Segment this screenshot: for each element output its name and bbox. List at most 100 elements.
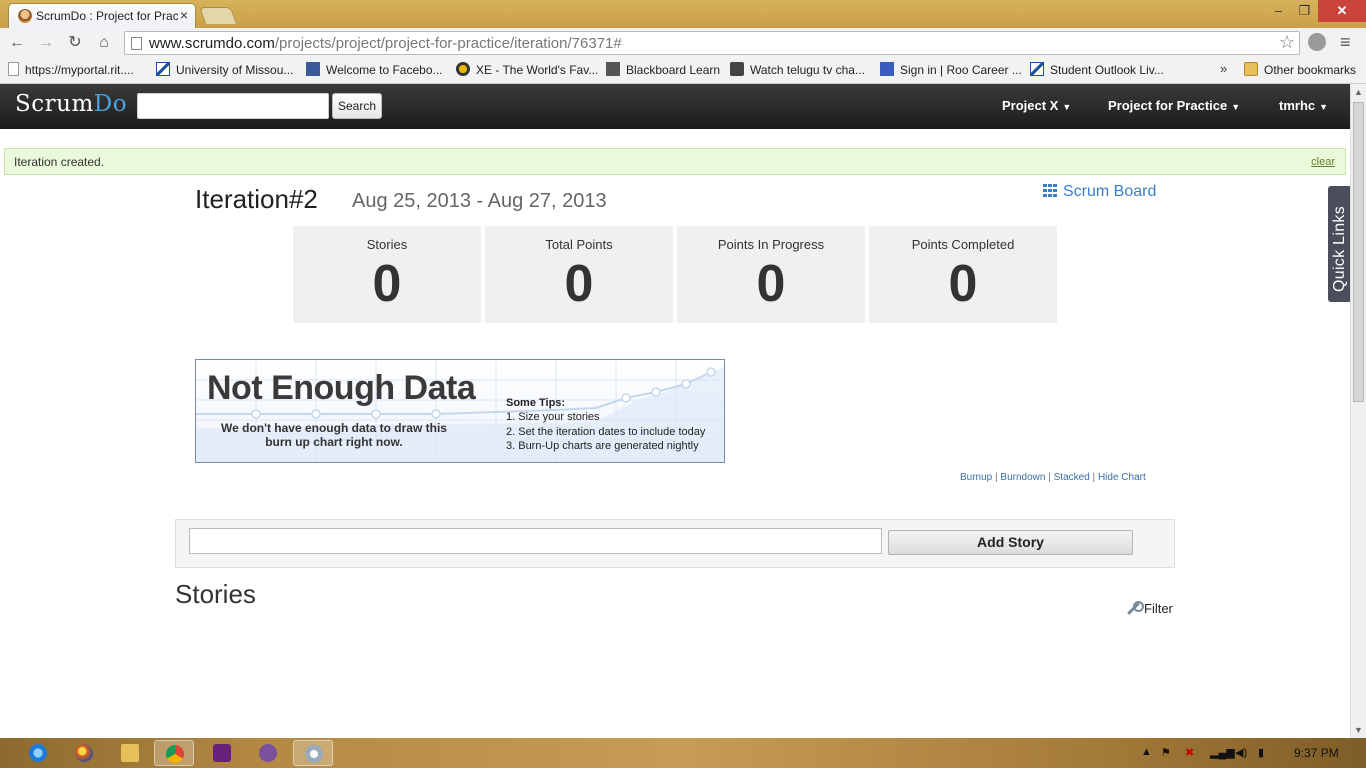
forward-arrow-icon[interactable]: → <box>35 32 57 54</box>
scrollbar-thumb[interactable] <box>1353 102 1364 402</box>
browser-tab-active[interactable]: ScrumDo : Project for Prac × <box>8 3 196 28</box>
new-tab-button[interactable] <box>198 7 238 24</box>
visual-studio-icon <box>213 744 231 762</box>
scrum-board-label: Scrum Board <box>1063 183 1157 200</box>
search-input[interactable] <box>137 93 329 119</box>
chrome-menu-icon[interactable]: ≡ <box>1340 32 1351 53</box>
scroll-up-icon[interactable]: ▲ <box>1354 87 1363 97</box>
bookmark-label: Student Outlook Liv... <box>1050 63 1164 77</box>
university-icon <box>156 62 170 76</box>
stat-value: 0 <box>372 255 402 313</box>
taskbar-firefox[interactable] <box>64 740 104 766</box>
bookmark-item[interactable]: https://myportal.rit.... <box>8 62 134 80</box>
page-scrollbar[interactable]: ▲ ▼ <box>1350 84 1366 738</box>
bookmark-item[interactable]: Student Outlook Liv... <box>1030 62 1164 80</box>
chart-placeholder-message: We don't have enough data to draw this b… <box>221 421 447 449</box>
scroll-down-icon[interactable]: ▼ <box>1354 725 1363 735</box>
bookmark-item[interactable]: Sign in | Roo Career ... <box>880 62 1022 80</box>
app-header: ScrumDo Search Project X ▼ Project for Pr… <box>0 84 1350 129</box>
scrumdo-favicon-icon <box>18 9 32 23</box>
window-close-button[interactable]: ✕ <box>1318 0 1366 22</box>
logo-scrum: Scrum <box>15 91 94 117</box>
xe-icon <box>456 62 470 76</box>
action-center-flag-icon[interactable]: ⚑ <box>1161 746 1171 759</box>
bookmark-item[interactable]: University of Missou... <box>156 62 293 80</box>
chart-tip: 3. Burn-Up charts are generated nightly <box>506 440 699 452</box>
separator: | <box>995 472 998 483</box>
chart-type-links: Burnup | Burndown | Stacked | Hide Chart <box>960 472 1146 483</box>
bookmark-item[interactable]: Welcome to Facebo... <box>306 62 443 80</box>
search-button[interactable]: Search <box>332 93 382 119</box>
taskbar-chrome[interactable] <box>154 740 194 766</box>
quick-links-tab[interactable]: Quick Links <box>1328 186 1350 302</box>
chart-tip: 1. Size your stories <box>506 411 600 423</box>
logo-do: Do <box>93 91 128 117</box>
taskbar-clock[interactable]: 9:37 PM <box>1294 746 1339 760</box>
page-icon <box>131 37 142 50</box>
tray-expand-icon[interactable]: ▲ <box>1141 746 1152 758</box>
nav-project-x[interactable]: Project X ▼ <box>1002 98 1071 113</box>
bookmark-item[interactable]: XE - The World's Fav... <box>456 62 598 80</box>
stat-total-points: Total Points 0 <box>485 226 673 323</box>
hide-chart-link[interactable]: Hide Chart <box>1098 472 1146 483</box>
nav-project-for-practice[interactable]: Project for Practice ▼ <box>1108 98 1240 113</box>
address-bar[interactable]: www.scrumdo.com/projects/project/project… <box>124 31 1300 55</box>
address-url[interactable]: www.scrumdo.com/projects/project/project… <box>149 35 622 52</box>
scrum-board-link[interactable]: Scrum Board <box>1043 183 1156 201</box>
scrumdo-logo[interactable]: ScrumDo <box>15 91 127 117</box>
page-icon <box>8 62 19 76</box>
nav-label: Project X <box>1002 98 1059 113</box>
internet-explorer-icon <box>29 744 47 762</box>
tab-close-icon[interactable]: × <box>180 7 188 23</box>
taskbar-viber[interactable] <box>248 740 288 766</box>
back-arrow-icon[interactable]: ← <box>6 32 28 54</box>
windows-taskbar: ▲ ⚑ ✖ ▂▄▆ ◀) ▮ 9:37 PM <box>0 738 1366 768</box>
bookmark-label: https://myportal.rit.... <box>25 63 134 77</box>
extension-icon[interactable] <box>1308 33 1326 51</box>
other-bookmarks[interactable]: Other bookmarks <box>1244 62 1356 80</box>
bookmark-label: Welcome to Facebo... <box>326 63 443 77</box>
bookmark-star-icon[interactable]: ☆ <box>1279 32 1295 53</box>
bookmark-item[interactable]: Blackboard Learn <box>606 62 720 80</box>
burnup-link[interactable]: Burnup <box>960 472 992 483</box>
iteration-title: Iteration#2 <box>195 184 318 214</box>
window-restore-button[interactable]: ❐ <box>1292 0 1317 22</box>
taskbar-explorer[interactable] <box>110 740 150 766</box>
nav-label: tmrhc <box>1279 98 1316 113</box>
bookmarks-bar: https://myportal.rit.... University of M… <box>0 58 1366 84</box>
burnup-chart-placeholder: Not Enough Data We don't have enough dat… <box>195 359 725 463</box>
university-icon <box>1030 62 1044 76</box>
wrench-icon <box>1126 601 1144 615</box>
tab-title: ScrumDo : Project for Prac <box>36 9 178 23</box>
volume-icon[interactable]: ◀) <box>1235 746 1247 759</box>
add-story-panel: Add Story <box>175 519 1175 568</box>
signal-icon[interactable]: ▂▄▆ <box>1210 746 1235 759</box>
reload-icon[interactable]: ↻ <box>64 32 86 54</box>
roo-career-icon <box>880 62 894 76</box>
more-bookmarks-chevron-icon[interactable]: » <box>1220 61 1227 76</box>
burndown-link[interactable]: Burndown <box>1000 472 1045 483</box>
filter-button[interactable]: Filter <box>1126 601 1173 616</box>
stat-label: Points Completed <box>911 237 1015 252</box>
stat-stories: Stories 0 <box>293 226 481 323</box>
stacked-link[interactable]: Stacked <box>1054 472 1090 483</box>
battery-icon[interactable]: ▮ <box>1258 746 1264 759</box>
bookmark-label: Blackboard Learn <box>626 63 721 77</box>
nav-user-menu[interactable]: tmrhc ▼ <box>1279 98 1328 113</box>
flash-clear-link[interactable]: clear <box>1311 156 1335 168</box>
bookmark-item[interactable]: Watch telugu tv cha... <box>730 62 865 80</box>
separator: | <box>1048 472 1051 483</box>
url-path: /projects/project/project-for-practice/i… <box>274 35 622 52</box>
add-story-button[interactable]: Add Story <box>888 530 1133 555</box>
story-input[interactable] <box>189 528 882 554</box>
taskbar-visual-studio[interactable] <box>202 740 242 766</box>
window-minimize-button[interactable]: – <box>1266 0 1291 22</box>
taskbar-ie[interactable] <box>18 740 58 766</box>
bookmark-label: XE - The World's Fav... <box>476 63 599 77</box>
flash-text: Iteration created. <box>14 155 105 169</box>
home-icon[interactable]: ⌂ <box>93 32 115 54</box>
chrome-icon <box>166 745 184 763</box>
network-error-icon[interactable]: ✖ <box>1185 746 1194 759</box>
taskbar-paint[interactable] <box>293 740 333 766</box>
url-host: www.scrumdo.com <box>149 35 275 52</box>
